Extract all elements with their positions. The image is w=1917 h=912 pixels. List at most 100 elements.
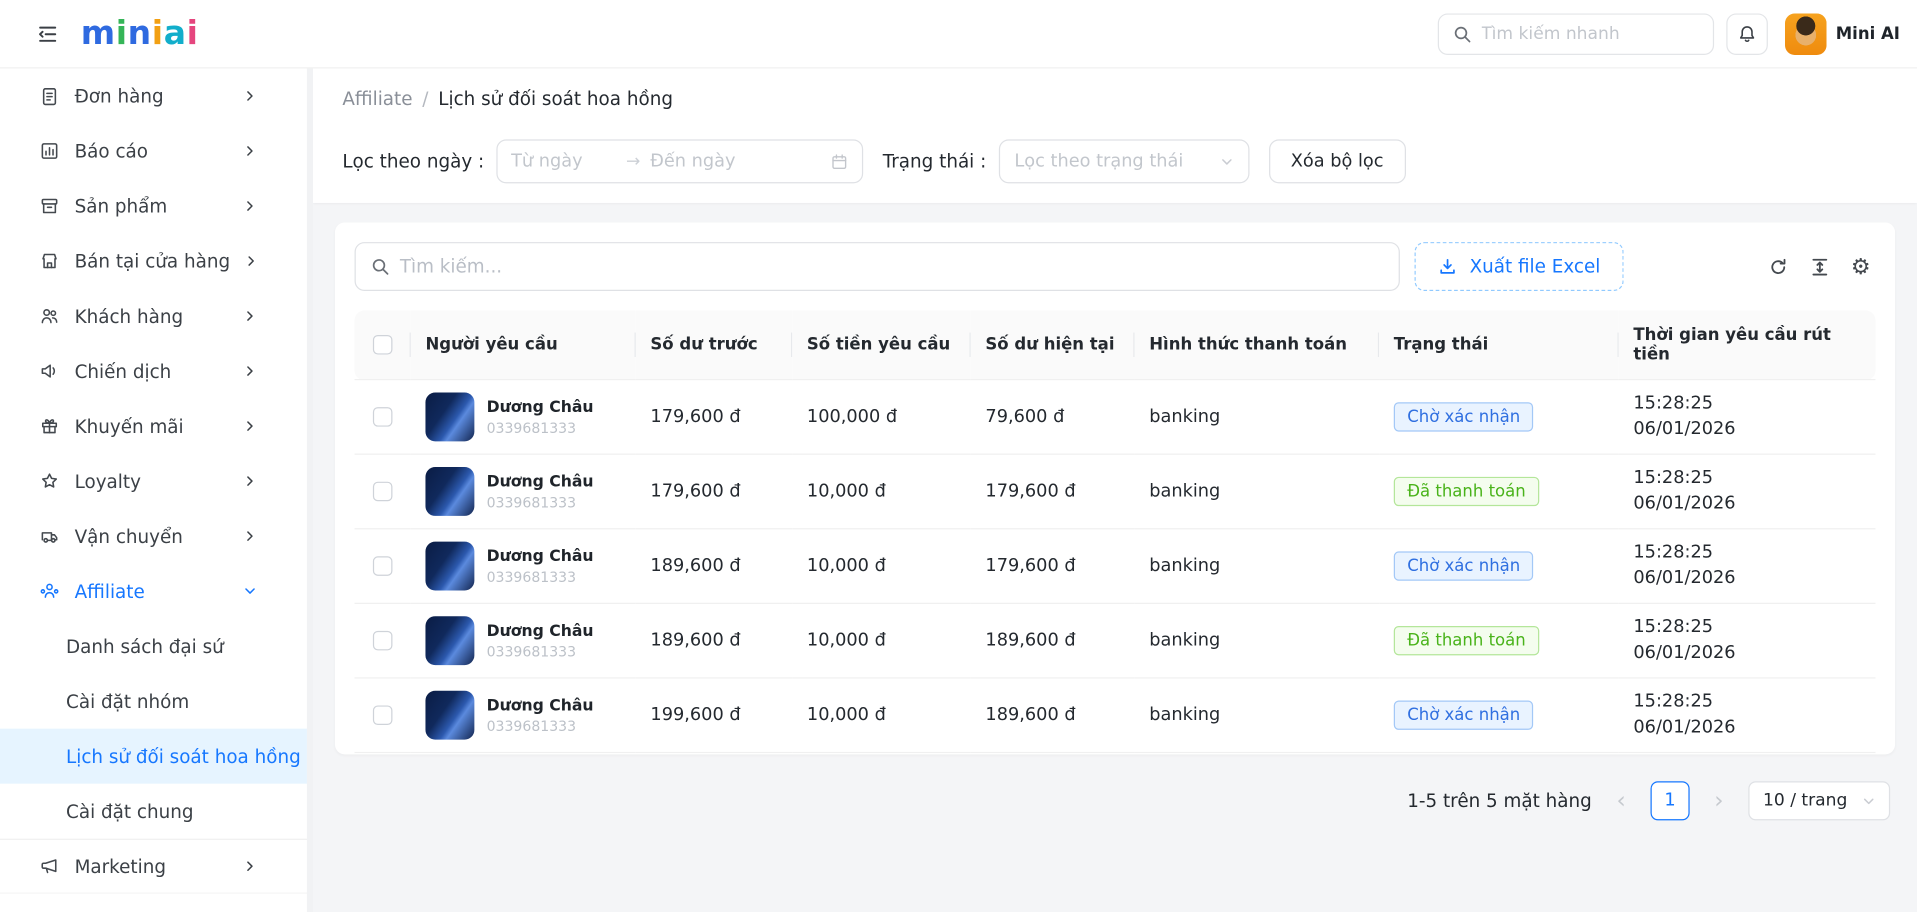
table-tools: ⚙ — [1768, 256, 1876, 277]
main-area: Affiliate / Lịch sử đối soát hoa hồng Lọ… — [313, 68, 1917, 912]
sidebar-toggle-button[interactable] — [37, 23, 59, 45]
cell-amount-requested: 10,000 đ — [792, 529, 970, 604]
sidebar-item-label: Khách hàng — [75, 305, 229, 327]
menu-fold-icon — [37, 23, 59, 45]
sidebar-subitem-cai-dat-nhom[interactable]: Cài đặt nhóm — [0, 674, 313, 729]
cell-amount-requested: 10,000 đ — [792, 678, 970, 753]
sidebar-item-label: Chiến dịch — [75, 360, 229, 382]
pagination: 1-5 trên 5 mặt hàng ‹ 1 › 10 / trang — [335, 781, 1895, 820]
chevron-right-icon — [243, 474, 256, 487]
requester-name: Dương Châu — [487, 696, 594, 714]
request-date: 06/01/2026 — [1633, 715, 1860, 741]
date-range-picker[interactable]: → — [496, 139, 863, 183]
breadcrumb: Affiliate / Lịch sử đối soát hoa hồng — [342, 88, 1887, 110]
chevron-down-icon — [1862, 794, 1875, 807]
notification-button[interactable] — [1726, 13, 1768, 55]
breadcrumb-current: Lịch sử đối soát hoa hồng — [438, 88, 673, 110]
cell-amount-requested: 10,000 đ — [792, 454, 970, 529]
sidebar-item-khach-hang[interactable]: Khách hàng — [0, 289, 313, 344]
sidebar-item-khuyen-mai[interactable]: Khuyến mãi — [0, 399, 313, 454]
table-row[interactable]: Dương Châu 0339681333 179,600 đ 10,000 đ… — [355, 454, 1876, 529]
requester-phone: 0339681333 — [487, 419, 594, 436]
sidebar-item-loyalty[interactable]: Loyalty — [0, 454, 313, 509]
table-search[interactable] — [355, 242, 1400, 291]
column-header: Thời gian yêu cầu rút tiền — [1619, 311, 1876, 380]
sidebar-item-label: Khuyến mãi — [75, 415, 229, 437]
table-row[interactable]: Dương Châu 0339681333 199,600 đ 10,000 đ… — [355, 678, 1876, 753]
sidebar-item-san-pham[interactable]: Sản phẩm — [0, 178, 313, 233]
sidebar-item-affiliate[interactable]: Affiliate — [0, 564, 313, 619]
user-avatar[interactable] — [1784, 13, 1826, 55]
table-row[interactable]: Dương Châu 0339681333 189,600 đ 10,000 đ… — [355, 529, 1876, 604]
requester-phone: 0339681333 — [487, 568, 594, 585]
export-excel-label: Xuất file Excel — [1470, 256, 1601, 278]
to-date-input[interactable] — [650, 152, 820, 172]
row-checkbox[interactable] — [373, 631, 393, 651]
orders-icon — [39, 86, 60, 107]
status-badge: Chờ xác nhận — [1394, 701, 1534, 730]
affiliate-submenu: Danh sách đại sứ Cài đặt nhóm Lịch sử đố… — [0, 619, 313, 839]
table-search-input[interactable] — [400, 256, 1384, 278]
chevron-right-icon — [243, 309, 256, 322]
user-name[interactable]: Mini AI — [1836, 24, 1900, 44]
cell-balance-current: 79,600 đ — [971, 380, 1135, 455]
sidebar-item-bao-cao[interactable]: Báo cáo — [0, 123, 313, 178]
cell-balance-current: 189,600 đ — [971, 678, 1135, 753]
request-time: 15:28:25 — [1633, 466, 1860, 492]
sidebar-item-ban-tai-cua-hang[interactable]: Bán tại cửa hàng — [0, 234, 313, 289]
sidebar-item-don-hang[interactable]: Đơn hàng — [0, 68, 313, 123]
select-all-checkbox[interactable] — [373, 335, 393, 355]
date-filter-label: Lọc theo ngày : — [342, 150, 484, 172]
sidebar-subitem-danh-sach-dai-su[interactable]: Danh sách đại sứ — [0, 619, 313, 674]
table-row[interactable]: Dương Châu 0339681333 189,600 đ 10,000 đ… — [355, 603, 1876, 678]
range-arrow-icon: → — [626, 152, 640, 172]
request-time: 15:28:25 — [1633, 690, 1860, 716]
brand-letter: a — [164, 15, 187, 53]
settings-gear-icon[interactable]: ⚙ — [1851, 256, 1871, 277]
prev-page-button[interactable]: ‹ — [1609, 788, 1633, 815]
page-size-select[interactable]: 10 / trang — [1748, 781, 1890, 820]
chevron-right-icon — [243, 199, 256, 212]
row-checkbox[interactable] — [373, 482, 393, 502]
next-page-button[interactable]: › — [1707, 788, 1731, 815]
cell-balance-current: 189,600 đ — [971, 603, 1135, 678]
row-checkbox[interactable] — [373, 706, 393, 726]
table-card: Xuất file Excel ⚙ — [335, 223, 1895, 755]
sidebar-item-marketing[interactable]: Marketing — [0, 839, 313, 894]
sidebar-subitem-lich-su-doi-soat[interactable]: Lịch sử đối soát hoa hồng — [0, 729, 313, 784]
sidebar-subitem-cai-dat-chung[interactable]: Cài đặt chung — [0, 784, 313, 839]
row-checkbox[interactable] — [373, 407, 393, 427]
sidebar-item-van-chuyen[interactable]: Vận chuyển — [0, 509, 313, 564]
cell-balance-before: 179,600 đ — [636, 454, 792, 529]
from-date-input[interactable] — [511, 152, 616, 172]
campaign-icon — [39, 361, 60, 382]
cell-payment-method: banking — [1135, 603, 1380, 678]
shipping-icon — [39, 526, 60, 547]
breadcrumb-parent[interactable]: Affiliate — [342, 88, 412, 110]
status-filter-select[interactable]: Lọc theo trạng thái — [999, 139, 1250, 183]
breadcrumb-separator: / — [422, 88, 428, 110]
column-header: Số dư trước — [636, 311, 792, 380]
quick-search-input[interactable] — [1481, 24, 1699, 44]
refresh-icon[interactable] — [1768, 256, 1789, 277]
export-excel-button[interactable]: Xuất file Excel — [1415, 242, 1624, 291]
products-icon — [39, 196, 60, 217]
sidebar-subitem-label: Danh sách đại sứ — [66, 635, 224, 657]
quick-search[interactable] — [1437, 13, 1713, 55]
row-checkbox[interactable] — [373, 556, 393, 576]
chevron-down-icon — [1220, 155, 1233, 168]
status-badge: Chờ xác nhận — [1394, 402, 1534, 431]
page-number-button[interactable]: 1 — [1650, 781, 1689, 820]
chevron-right-icon — [245, 254, 258, 267]
chevron-right-icon — [243, 144, 256, 157]
column-height-icon[interactable] — [1809, 256, 1830, 277]
table-row[interactable]: Dương Châu 0339681333 179,600 đ 100,000 … — [355, 380, 1876, 455]
marketing-icon — [39, 856, 60, 877]
brand-logo[interactable]: miniai — [81, 15, 199, 53]
cell-balance-before: 189,600 đ — [636, 603, 792, 678]
requester-avatar — [425, 467, 474, 516]
brand-letter: m — [81, 15, 116, 53]
clear-filters-button[interactable]: Xóa bộ lọc — [1269, 139, 1406, 183]
affiliate-icon — [39, 581, 60, 602]
sidebar-item-chien-dich[interactable]: Chiến dịch — [0, 344, 313, 399]
